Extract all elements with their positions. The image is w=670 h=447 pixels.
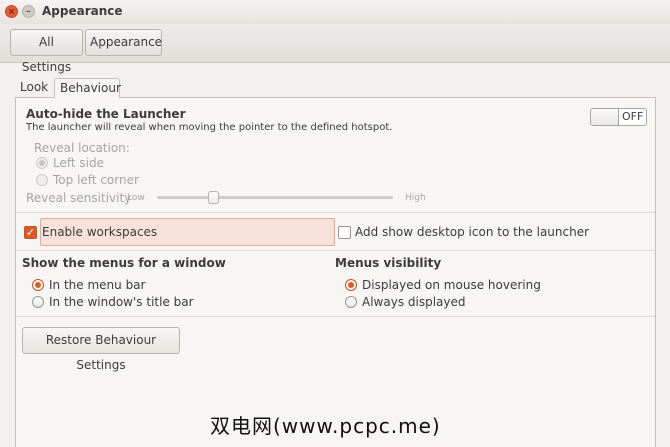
auto-hide-heading: Auto-hide the Launcher xyxy=(26,107,186,121)
top-left-corner-radio[interactable] xyxy=(36,174,48,186)
toggle-knob xyxy=(591,109,619,125)
enable-workspaces-checkbox[interactable]: ✓ xyxy=(24,226,37,239)
reveal-location-label: Reveal location: xyxy=(34,141,130,155)
title-bar-label: In the window's title bar xyxy=(49,295,194,309)
tab-look[interactable]: Look xyxy=(15,78,53,98)
sensitivity-low-label: Low xyxy=(127,193,145,203)
toggle-state-label: OFF xyxy=(622,110,644,123)
separator xyxy=(16,316,655,317)
restore-behaviour-button[interactable]: Restore Behaviour Settings xyxy=(22,327,180,372)
top-left-corner-label: Top left corner xyxy=(53,173,139,187)
left-side-radio[interactable] xyxy=(36,157,48,169)
menu-bar-radio[interactable] xyxy=(32,279,44,291)
show-desktop-label: Add show desktop icon to the launcher xyxy=(355,225,590,239)
show-menus-heading: Show the menus for a window xyxy=(22,256,226,270)
auto-hide-toggle[interactable]: OFF xyxy=(590,108,647,126)
sensitivity-slider-handle[interactable] xyxy=(208,191,219,204)
close-icon[interactable]: × xyxy=(5,5,18,18)
separator xyxy=(16,212,655,213)
menu-bar-label: In the menu bar xyxy=(49,278,146,292)
menus-visibility-heading: Menus visibility xyxy=(335,256,442,270)
toolbar: All Settings Appearance xyxy=(0,24,670,74)
sensitivity-slider-track[interactable] xyxy=(157,196,393,199)
mouse-hover-label: Displayed on mouse hovering xyxy=(362,278,541,292)
minimize-icon[interactable]: – xyxy=(22,5,35,18)
all-settings-button[interactable]: All Settings xyxy=(10,29,83,74)
appearance-breadcrumb-button[interactable]: Appearance xyxy=(85,29,162,56)
sensitivity-high-label: High xyxy=(405,193,426,203)
left-side-label: Left side xyxy=(53,156,104,170)
separator xyxy=(16,250,655,251)
watermark: 双电网(www.pcpc.me) xyxy=(210,414,441,438)
auto-hide-description: The launcher will reveal when moving the… xyxy=(26,122,393,133)
title-bar-radio[interactable] xyxy=(32,296,44,308)
always-displayed-radio[interactable] xyxy=(345,296,357,308)
window-title: Appearance xyxy=(42,4,123,18)
tab-behaviour[interactable]: Behaviour xyxy=(54,78,121,98)
always-displayed-label: Always displayed xyxy=(362,295,466,309)
enable-workspaces-label: Enable workspaces xyxy=(42,225,158,239)
title-bar: × – Appearance xyxy=(0,0,670,24)
mouse-hover-radio[interactable] xyxy=(345,279,357,291)
reveal-sensitivity-label: Reveal sensitivity xyxy=(26,191,132,205)
show-desktop-checkbox[interactable] xyxy=(338,226,351,239)
